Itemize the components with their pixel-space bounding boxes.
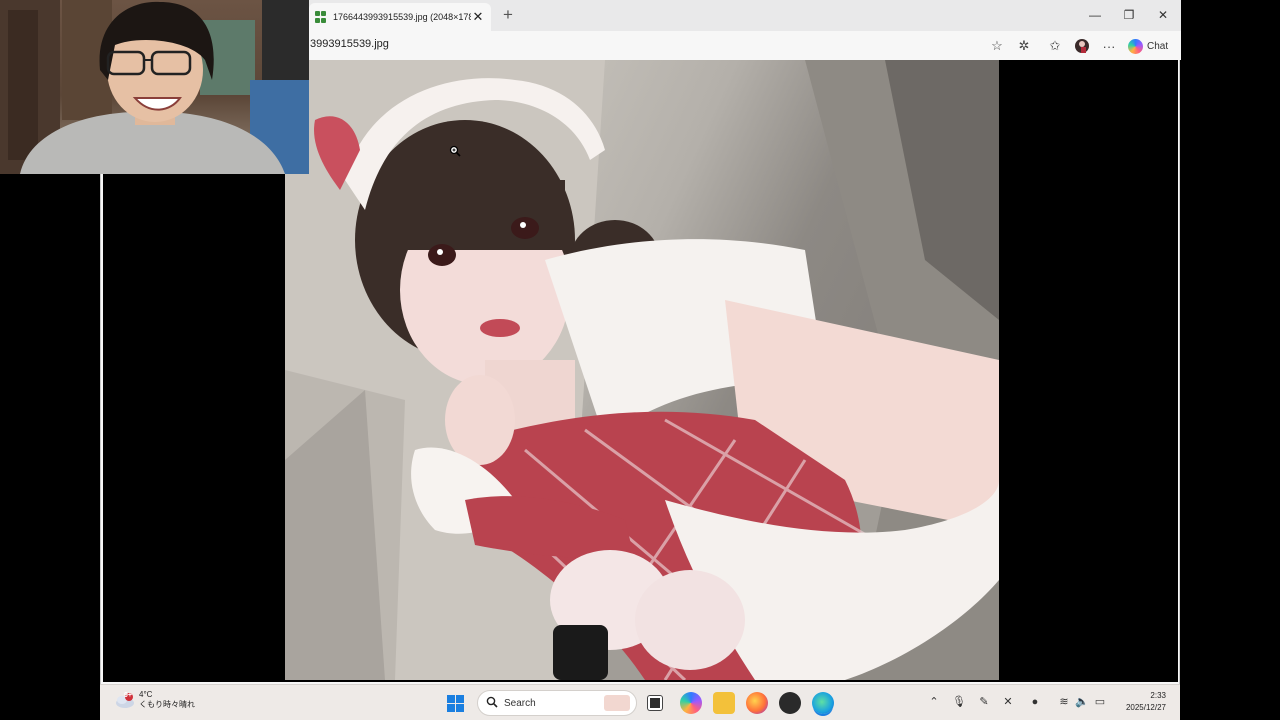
taskbar-search-box[interactable]: Search: [477, 690, 637, 716]
zoom-cursor-icon: [449, 144, 461, 157]
search-label: Search: [504, 697, 536, 709]
copilot-chat-button[interactable]: Chat: [1123, 35, 1177, 57]
weather-temp: 4°C: [139, 690, 153, 699]
favorites-icon[interactable]: ✩: [1046, 37, 1064, 55]
more-icon[interactable]: ···: [1100, 37, 1118, 55]
weather-icon: 9+: [114, 692, 134, 708]
battery-icon[interactable]: ▭: [1092, 694, 1108, 710]
tab-favicon-icon: [315, 11, 327, 23]
webcam-scene: [0, 0, 309, 174]
task-view-icon[interactable]: [648, 696, 662, 710]
close-icon[interactable]: ✕: [471, 10, 485, 24]
wifi-icon[interactable]: ≋: [1056, 694, 1072, 710]
chat-label: Chat: [1147, 40, 1169, 52]
app-icon-dark[interactable]: [779, 692, 801, 714]
search-icon: [486, 696, 498, 711]
copilot-icon: [1128, 38, 1143, 54]
tab-title: 1766443993915539.jpg (2048×178: [333, 12, 471, 22]
webcam-overlay: [0, 0, 309, 174]
windows-start-icon[interactable]: [447, 695, 464, 712]
clock-time: 2:33: [1150, 691, 1166, 700]
photo[interactable]: [285, 60, 999, 680]
new-tab-icon[interactable]: +: [499, 6, 517, 24]
restore-icon[interactable]: ❐: [1112, 4, 1146, 26]
system-clock[interactable]: 2:33 2025/12/27: [1118, 690, 1166, 714]
minimize-icon[interactable]: —: [1078, 4, 1112, 26]
tab-image[interactable]: 1766443993915539.jpg (2048×178 ✕: [309, 3, 491, 31]
file-explorer-icon[interactable]: [713, 692, 735, 714]
search-highlight-icon: [604, 695, 630, 711]
weather-desc: くもり時々晴れ: [139, 700, 195, 709]
pen-icon[interactable]: ✎: [976, 694, 992, 710]
microphone-icon[interactable]: 🎙: [951, 694, 967, 710]
screen: 1766443993915539.jpg (2048×178 ✕ + — ❐ ✕…: [0, 0, 1280, 720]
close-window-icon[interactable]: ✕: [1146, 4, 1180, 26]
extensions-icon[interactable]: ✲: [1015, 37, 1033, 55]
taskbar: 9+ 4°C くもり時々晴れ Search ⌃ 🎙 ✎ ✕ ● ≋ 🔈 ▭ 2:…: [100, 684, 1180, 720]
clock-date: 2025/12/27: [1125, 703, 1166, 712]
copilot-taskbar-icon[interactable]: [680, 692, 702, 714]
browser-icon[interactable]: [812, 692, 834, 714]
tray-close-icon[interactable]: ✕: [1000, 694, 1016, 710]
star-icon[interactable]: ☆: [988, 37, 1006, 55]
weather-widget[interactable]: 9+ 4°C くもり時々晴れ: [114, 690, 195, 710]
chevron-up-icon[interactable]: ⌃: [926, 694, 942, 710]
weather-badge: 9+: [124, 692, 132, 699]
cloud-tray-icon[interactable]: ●: [1027, 694, 1043, 710]
profile-avatar-icon[interactable]: [1073, 37, 1091, 55]
photo-scene: [285, 60, 999, 680]
volume-icon[interactable]: 🔈: [1074, 694, 1090, 710]
firefox-icon[interactable]: [746, 692, 768, 714]
url-text[interactable]: 3993915539.jpg: [310, 38, 389, 50]
